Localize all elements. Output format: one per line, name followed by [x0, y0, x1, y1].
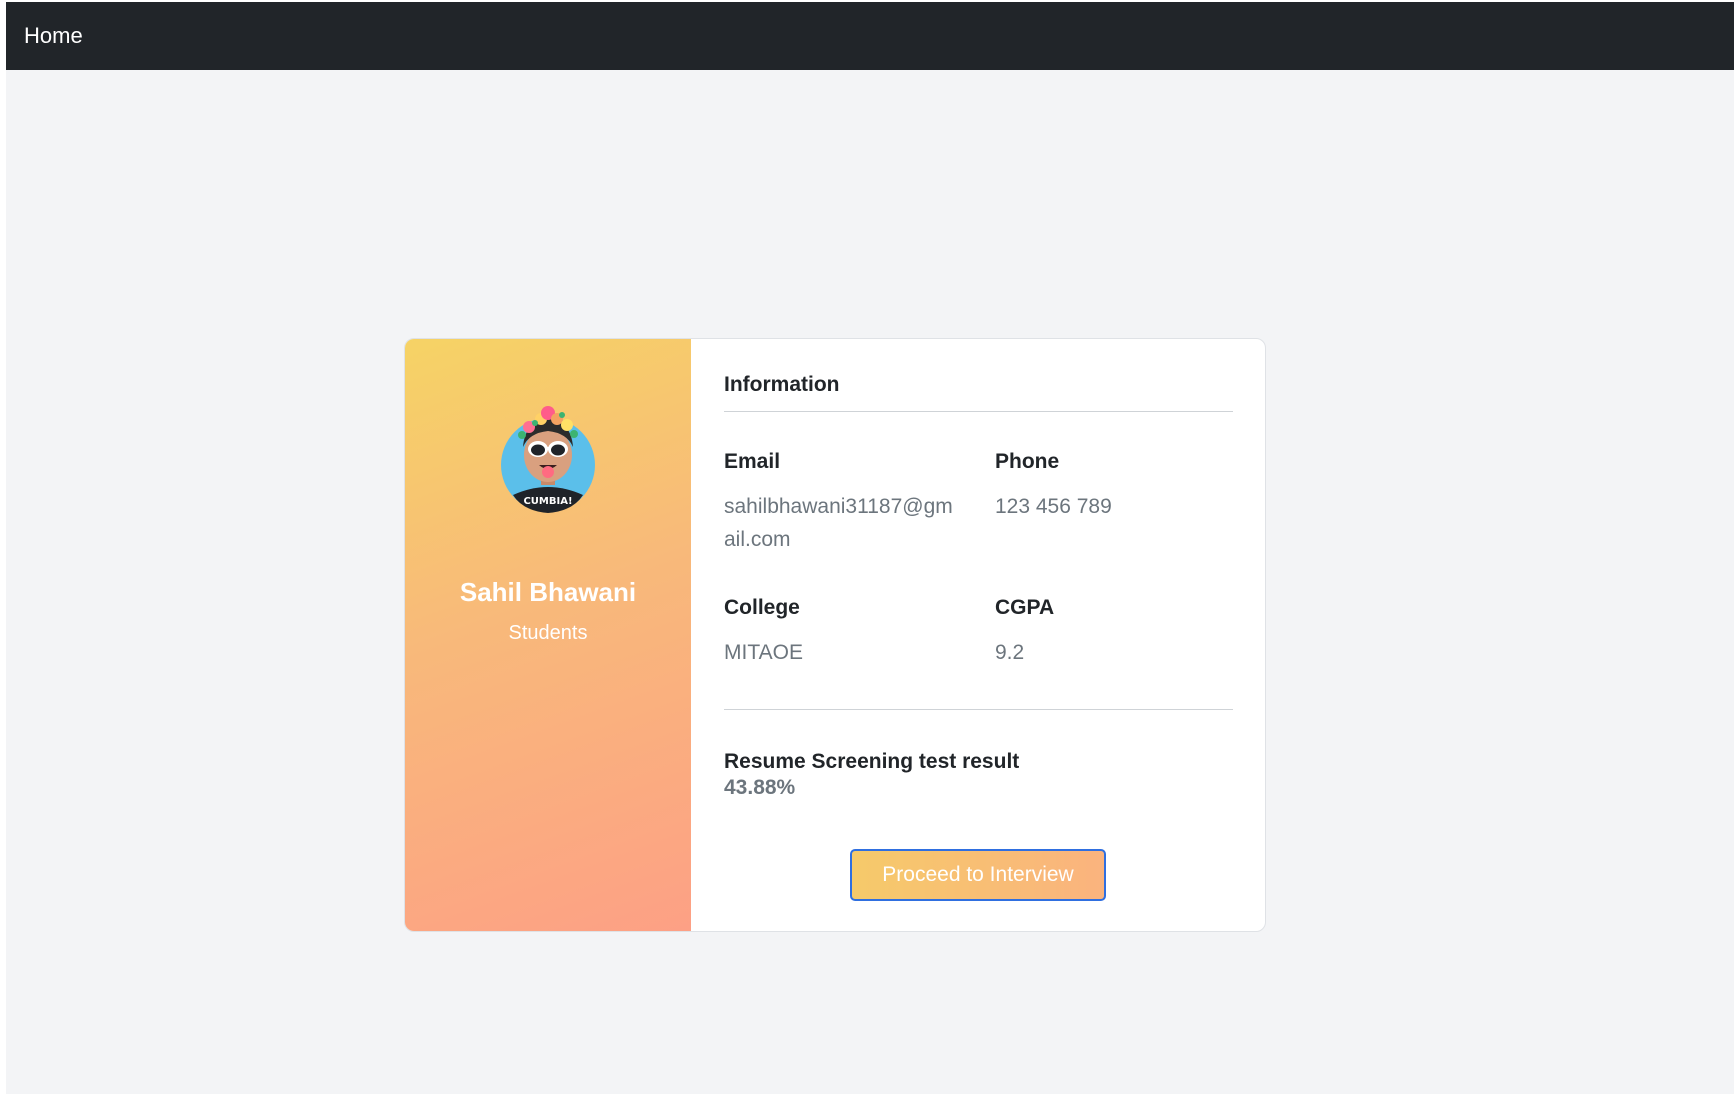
- result-label: Resume Screening test result: [724, 750, 1020, 773]
- info-grid: Email sahilbhawani31187@gmail.com Phone …: [724, 450, 1233, 709]
- avatar: CUMBIA!: [501, 406, 595, 513]
- proceed-to-interview-button[interactable]: Proceed to Interview: [850, 849, 1106, 901]
- home-link[interactable]: Home: [24, 23, 83, 49]
- cgpa-label: CGPA: [995, 596, 1055, 619]
- page: Home CUMBIA! Sahil Bhawani Students Info…: [6, 2, 1734, 1094]
- avatar-shirt-text: CUMBIA!: [523, 496, 572, 507]
- navbar: Home: [6, 2, 1734, 70]
- email-label: Email: [724, 450, 781, 473]
- result-value: 43.88%: [724, 776, 796, 799]
- email-value: sahilbhawani31187@gmail.com: [724, 495, 953, 551]
- information-heading: Information: [724, 373, 1233, 412]
- section-divider: [724, 709, 1233, 710]
- college-value: MITAOE: [724, 641, 803, 664]
- email-field: Email sahilbhawani31187@gmail.com: [724, 450, 995, 556]
- college-label: College: [724, 596, 800, 619]
- phone-field: Phone 123 456 789: [995, 450, 1233, 556]
- profile-role: Students: [508, 622, 588, 644]
- cgpa-value: 9.2: [995, 641, 1025, 664]
- profile-card: CUMBIA! Sahil Bhawani Students Informati…: [404, 338, 1266, 932]
- college-field: College MITAOE: [724, 596, 995, 669]
- info-panel: Information Email sahilbhawani31187@gmai…: [691, 339, 1265, 931]
- profile-name: Sahil Bhawani: [459, 577, 637, 607]
- phone-label: Phone: [995, 450, 1060, 473]
- result-block: Resume Screening test result 43.88%: [724, 750, 1233, 800]
- cgpa-field: CGPA 9.2: [995, 596, 1233, 669]
- phone-value: 123 456 789: [995, 495, 1112, 518]
- profile-panel: CUMBIA! Sahil Bhawani Students: [405, 339, 691, 931]
